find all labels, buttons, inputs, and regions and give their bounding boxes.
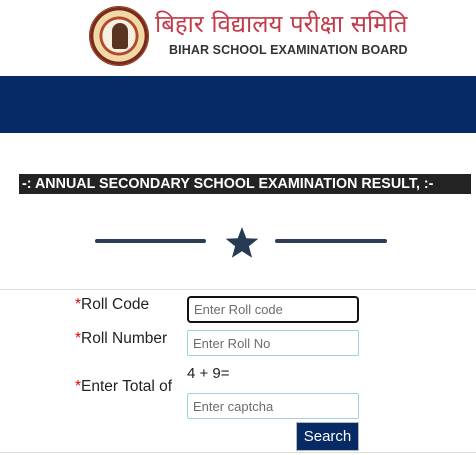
navigation-band bbox=[0, 76, 476, 133]
bseb-seal-logo bbox=[89, 6, 149, 66]
captcha-question: 4 + 9= bbox=[187, 365, 230, 382]
form-bottom-divider bbox=[0, 452, 476, 453]
exam-title-banner: -: ANNUAL SECONDARY SCHOOL EXAMINATION R… bbox=[19, 174, 471, 194]
captcha-label: *Enter Total of bbox=[75, 377, 172, 397]
roll-code-label-text: Roll Code bbox=[81, 296, 150, 313]
captcha-input[interactable] bbox=[187, 393, 359, 419]
roll-number-label-text: Roll Number bbox=[81, 330, 168, 347]
star-icon bbox=[225, 227, 259, 258]
roll-code-input[interactable] bbox=[187, 296, 359, 323]
captcha-label-text: Enter Total of bbox=[81, 378, 173, 395]
board-title-hindi: बिहार विद्यालय परीक्षा समिति bbox=[155, 10, 408, 38]
search-button[interactable]: Search bbox=[296, 422, 359, 451]
divider-line-right bbox=[275, 239, 387, 243]
roll-code-label: *Roll Code bbox=[75, 295, 149, 315]
logo-figure-icon bbox=[112, 23, 128, 49]
divider-line-left bbox=[95, 239, 206, 243]
board-title-english: BIHAR SCHOOL EXAMINATION BOARD bbox=[169, 43, 408, 57]
roll-number-label: *Roll Number bbox=[75, 329, 167, 349]
roll-number-input[interactable] bbox=[187, 330, 359, 356]
form-top-divider bbox=[0, 289, 476, 290]
site-header: बिहार विद्यालय परीक्षा समिति BIHAR SCHOO… bbox=[0, 0, 476, 76]
